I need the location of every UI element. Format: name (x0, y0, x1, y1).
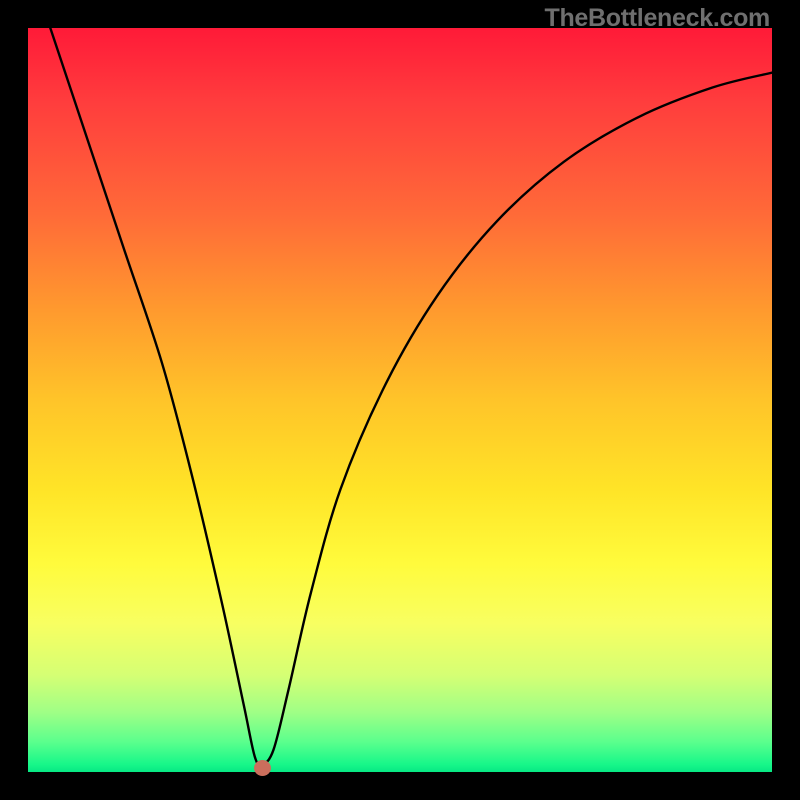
chart-plot-area (28, 28, 772, 772)
bottleneck-curve-path (50, 28, 772, 765)
chart-curve (28, 28, 772, 772)
optimum-marker-dot (254, 760, 271, 776)
watermark-text: TheBottleneck.com (544, 4, 770, 33)
